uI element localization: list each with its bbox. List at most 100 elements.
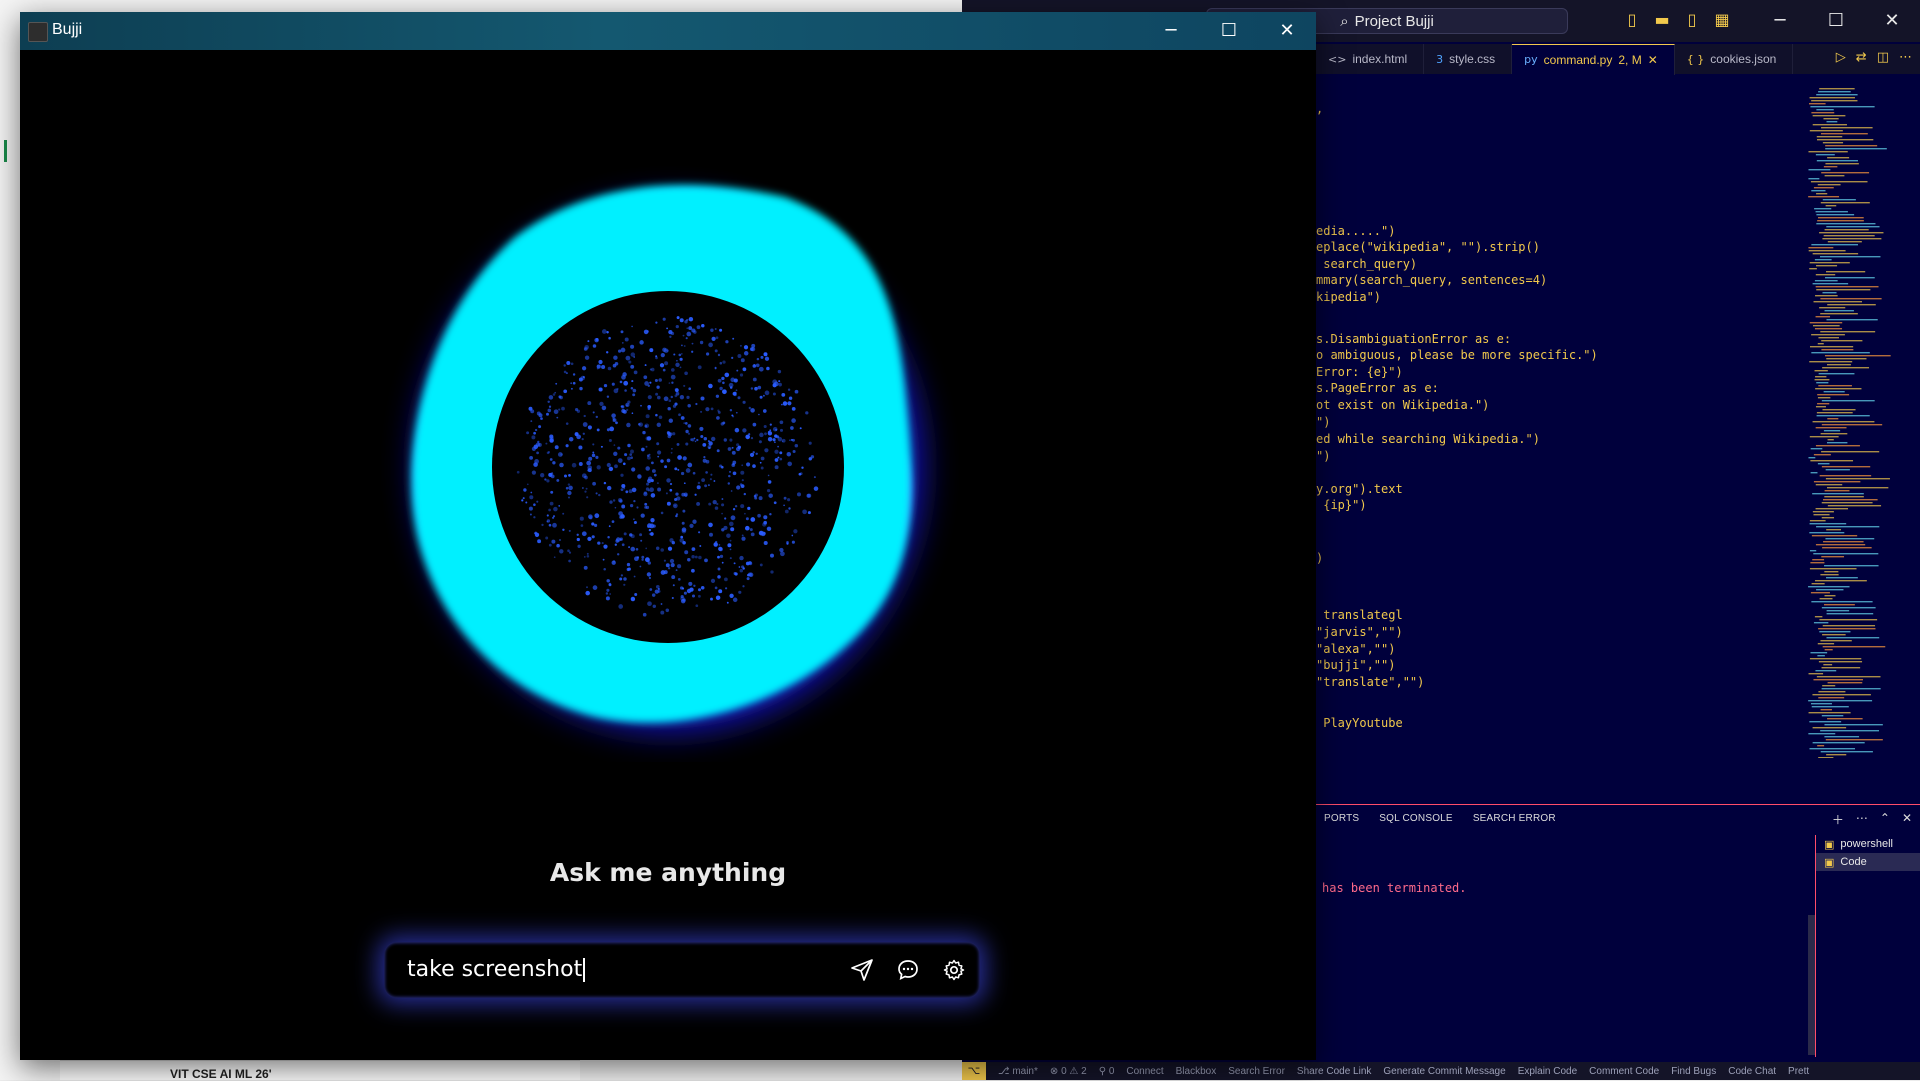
close-icon[interactable]: ✕: [1864, 0, 1920, 42]
code-line: ot exist on Wikipedia."): [1316, 398, 1490, 412]
editor-actions: ▷ ⇄ ◫ ⋯: [1836, 50, 1912, 65]
input-actions: [848, 956, 968, 984]
tab-search-error[interactable]: SEARCH ERROR: [1473, 813, 1556, 824]
code-line: s.PageError as e:: [1316, 381, 1439, 395]
minimize-icon[interactable]: ─: [1752, 0, 1808, 42]
terminal-icon: ▣: [1824, 855, 1835, 869]
minimize-icon[interactable]: ─: [1142, 12, 1200, 50]
close-icon[interactable]: ✕: [1648, 53, 1658, 67]
status-code-chat[interactable]: Code Chat: [1728, 1066, 1776, 1077]
status-comment-code[interactable]: Comment Code: [1589, 1066, 1659, 1077]
terminal-item-powershell[interactable]: ▣ powershell: [1816, 835, 1920, 853]
tab-style-css[interactable]: 3 style.css: [1424, 44, 1513, 74]
branch-status[interactable]: ⎇ main*: [998, 1066, 1038, 1077]
toggle-secondary-sidebar-icon[interactable]: ▯: [1682, 10, 1702, 30]
status-blackbox[interactable]: Blackbox: [1176, 1066, 1217, 1077]
terminal-output: has been terminated.: [1322, 881, 1467, 895]
chat-icon[interactable]: [894, 956, 922, 984]
remote-icon[interactable]: ⌥: [962, 1062, 986, 1080]
close-panel-icon[interactable]: ✕: [1902, 811, 1912, 828]
code-line: translategl: [1316, 608, 1403, 622]
tab-ports[interactable]: PORTS: [1324, 813, 1359, 824]
tab-index-html[interactable]: <> index.html: [1316, 44, 1425, 74]
code-line: "bujji",""): [1316, 658, 1396, 672]
maximize-icon[interactable]: ☐: [1200, 12, 1258, 50]
code-line: ed while searching Wikipedia."): [1316, 432, 1540, 446]
gear-icon[interactable]: [940, 956, 968, 984]
code-line: kipedia"): [1316, 290, 1382, 304]
code-line: "translate",""): [1316, 675, 1425, 689]
code-line: "): [1316, 449, 1331, 463]
code-line: o ambiguous, please be more specific."): [1316, 348, 1598, 362]
compare-icon[interactable]: ⇄: [1856, 50, 1867, 65]
code-line: {ip}"): [1316, 498, 1367, 512]
tab-sql-console[interactable]: SQL CONSOLE: [1379, 813, 1453, 824]
more-icon[interactable]: ⋯: [1899, 50, 1912, 65]
code-editor[interactable]: , edia.....") eplace("wikipedia", "").stri…: [1316, 76, 1756, 802]
code-line: Error: {e}"): [1316, 365, 1403, 379]
background-bottom-text: VIT CSE AI ML 26': [60, 1060, 580, 1081]
terminal-item-code[interactable]: ▣ Code: [1816, 853, 1920, 871]
panel-actions: ＋ ⋯ ⌃ ✕: [1832, 811, 1912, 828]
run-icon[interactable]: ▷: [1836, 50, 1846, 65]
status-bar: ⌥ ⎇ main* ⊗ 0 ⚠ 2 ⚲ 0 Connect Blackbox S…: [962, 1062, 1920, 1080]
tab-cookies-json[interactable]: { } cookies.json: [1675, 44, 1794, 74]
bujji-window-controls: ─ ☐ ✕: [1142, 12, 1316, 50]
code-line: y.org").text: [1316, 482, 1403, 496]
html-file-icon: <>: [1328, 52, 1347, 66]
editor-tabs: <> index.html 3 style.css py command.py 2, M…: [1316, 43, 1920, 75]
ports-status[interactable]: ⚲ 0: [1099, 1066, 1115, 1077]
search-icon: ⌕: [1340, 12, 1349, 30]
assistant-orb: [365, 157, 970, 762]
terminal-label: Code: [1840, 856, 1867, 868]
app-icon: [28, 22, 48, 42]
status-share-code-link[interactable]: Share Code Link: [1297, 1066, 1372, 1077]
json-file-icon: { }: [1686, 52, 1705, 66]
status-connect[interactable]: Connect: [1126, 1066, 1163, 1077]
split-editor-icon[interactable]: ◫: [1877, 50, 1889, 65]
code-line: "): [1316, 415, 1331, 429]
status-prettier[interactable]: Prett: [1788, 1066, 1809, 1077]
window-title: Bujji: [52, 21, 83, 38]
status-explain-code[interactable]: Explain Code: [1518, 1066, 1577, 1077]
tab-badge: 2, M: [1618, 52, 1642, 67]
tab-command-py[interactable]: py command.py 2, M ✕: [1512, 43, 1675, 75]
terminal-icon: ▣: [1824, 837, 1835, 851]
vscode-window-controls: ─ ☐ ✕: [1752, 0, 1920, 42]
close-icon[interactable]: ✕: [1258, 12, 1316, 50]
terminal-list: ▣ powershell ▣ Code: [1815, 835, 1920, 1057]
send-icon[interactable]: [848, 956, 876, 984]
maximize-panel-icon[interactable]: ⌃: [1880, 811, 1890, 828]
more-icon[interactable]: ⋯: [1856, 811, 1868, 828]
customize-layout-icon[interactable]: ▦: [1712, 10, 1732, 30]
code-line: s.DisambiguationError as e:: [1316, 332, 1512, 346]
status-search-error[interactable]: Search Error: [1228, 1066, 1285, 1077]
python-file-icon: py: [1524, 53, 1538, 66]
prompt-heading: Ask me anything: [549, 858, 787, 887]
code-line: "alexa",""): [1316, 642, 1396, 656]
panel-tabs: PORTS SQL CONSOLE SEARCH ERROR: [1324, 813, 1556, 824]
background-accent-bar: [4, 140, 7, 162]
problems-status[interactable]: ⊗ 0 ⚠ 2: [1050, 1066, 1087, 1077]
query-input-bar: take screenshot: [384, 942, 980, 998]
code-line: ): [1316, 551, 1324, 565]
code-line: mmary(search_query, sentences=4): [1316, 273, 1548, 287]
code-line: "jarvis",""): [1316, 625, 1403, 639]
code-line: eplace("wikipedia", "").strip(): [1316, 240, 1540, 254]
toggle-panel-icon[interactable]: ▬: [1652, 10, 1672, 30]
maximize-icon[interactable]: ☐: [1808, 0, 1864, 42]
tab-label: index.html: [1352, 52, 1408, 66]
toggle-sidebar-icon[interactable]: ▯: [1622, 10, 1642, 30]
code-line: edia....."): [1316, 224, 1396, 238]
code-line: PlayYoutube: [1316, 716, 1403, 730]
minimap[interactable]: [1804, 88, 1908, 758]
status-generate-commit[interactable]: Generate Commit Message: [1383, 1066, 1505, 1077]
code-line: ,: [1316, 102, 1324, 116]
query-input[interactable]: take screenshot: [407, 957, 586, 982]
status-find-bugs[interactable]: Find Bugs: [1671, 1066, 1716, 1077]
add-terminal-icon[interactable]: ＋: [1832, 811, 1844, 828]
bujji-titlebar[interactable]: Bujji ─ ☐ ✕: [20, 12, 1316, 50]
tab-label: cookies.json: [1710, 52, 1777, 66]
orb-graphic: [411, 185, 920, 729]
code-line: search_query): [1316, 257, 1418, 271]
